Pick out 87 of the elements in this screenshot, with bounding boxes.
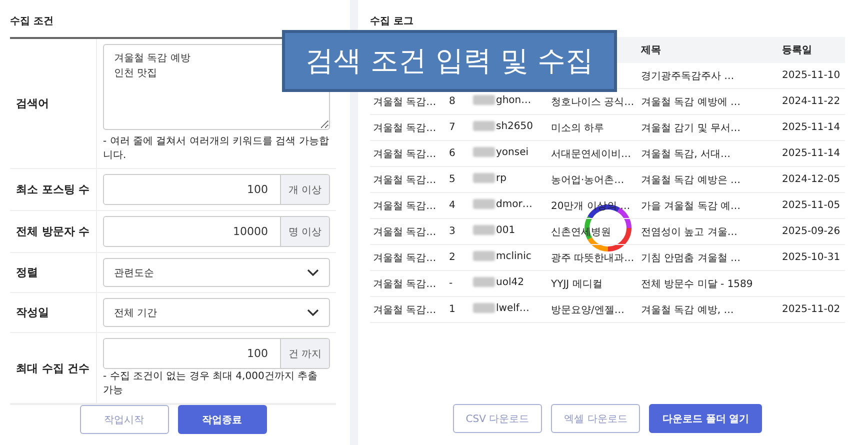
table-cell: 2025-11-02 [782,304,840,315]
blurred-block [473,121,495,132]
table-cell: - [449,278,453,289]
table-cell: 2025-09-26 [782,226,840,237]
action-button[interactable]: 다운로드 폴더 열기 [649,404,762,433]
number-field[interactable]: 100 개 이상 [103,174,330,205]
blurred-block [473,277,495,288]
table-cell: 겨울철 독감… [373,304,436,316]
table-cell: 겨울철 독감… [373,226,436,238]
table-cell: 3 [449,226,456,237]
table-cell: ghon… [496,94,532,106]
blurred-block [473,173,495,184]
table-cell: 겨울철 독감, 서대… [641,148,731,160]
table-cell: 1 [449,304,456,315]
blurred-block [473,95,495,106]
field-label: 최대 수집 건수 [10,333,97,403]
unit-addon: 명 이상 [280,217,329,246]
number-field[interactable]: 10000 명 이상 [103,216,330,247]
table-cell: 6 [449,148,456,159]
table-cell: 겨울철 독감… [373,148,436,160]
table-cell: 전체 방문수 미달 - 1589 [641,278,753,290]
table-cell: 2025-11-05 [782,200,840,211]
field-label: 검색어 [10,39,97,168]
table-cell: 겨울철 독감… [373,252,436,264]
table-cell: 2024-11-22 [782,96,840,107]
table-cell: 겨울철 독감 예방에 … [641,96,741,108]
panel-title: 수집 조건 [10,15,54,29]
table-cell: 겨울철 독감… [373,200,436,212]
action-button[interactable]: 작업종료 [178,405,266,434]
table-cell: 7 [449,122,456,133]
table-cell: 2025-11-14 [782,148,840,159]
select-dropdown[interactable]: 관련도순 [103,258,330,287]
chevron-down-icon [307,308,319,316]
table-cell: 전염성이 높고 겨울… [641,226,738,238]
table-cell: 서대문연세이비… [551,148,631,160]
table-cell: YYJJ 메디컬 [551,278,602,290]
field-label: 작성일 [10,293,97,332]
field-label: 최소 포스팅 수 [10,169,97,210]
table-cell: 청호나이스 공식… [551,96,634,108]
table-cell: 4 [449,200,456,211]
help-text: - 여러 줄에 걸쳐서 여러개의 키워드를 검색 가능합니다. [103,135,330,163]
table-cell: rp [496,172,506,184]
chevron-down-icon [307,268,319,276]
table-cell: 2025-11-10 [782,70,840,81]
table-cell: sh2650 [496,120,533,132]
table-cell: 겨울철 독감 예방, … [641,304,734,316]
blurred-block [473,251,495,262]
table-cell: 2025-10-31 [782,252,840,263]
table-cell: 미소의 하루 [551,122,604,134]
column-header: 제목 [641,45,661,56]
table-cell: 001 [496,224,516,236]
column-header: 등록일 [782,45,812,56]
table-cell: dmor… [496,198,532,210]
blurred-block [473,225,495,236]
table-cell: 농어업·농어촌… [551,174,624,186]
table-cell: 겨울철 독감… [373,278,436,290]
table-cell: 가을 겨울철 독감 예… [641,200,741,212]
panel-title: 수집 로그 [370,15,414,29]
table-cell: yonsei [496,146,529,158]
caption-toast: 검색 조건 입력 및 수집 [282,30,617,92]
table-cell: 겨울철 감기 및 무서… [641,122,741,134]
table-cell: lwelf… [496,302,530,314]
table-cell: 8 [449,96,456,107]
select-dropdown[interactable]: 전체 기간 [103,298,330,327]
table-cell: 2024-12-05 [782,174,840,185]
table-cell: 기침 안멈춤 겨울철 … [641,252,741,264]
table-cell: 겨울철 독감… [373,96,436,108]
table-cell: 2 [449,252,456,263]
blurred-block [473,303,495,314]
table-cell: 겨울철 독감 예방은 … [641,174,741,186]
table-cell: mclinic [496,250,532,262]
table-cell: 5 [449,174,456,185]
field-label: 정렬 [10,253,97,292]
unit-addon: 건 까지 [280,339,329,368]
table-cell: uol42 [496,276,524,288]
unit-addon: 개 이상 [280,175,329,204]
table-cell: 방문요양/엔젤… [551,304,624,316]
table-cell: 2025-11-14 [782,122,840,133]
table-cell: 겨울철 독감… [373,174,436,186]
blurred-block [473,199,495,210]
table-cell: 경기광주독감주사 … [641,70,734,82]
field-label: 전체 방문자 수 [10,211,97,252]
number-field[interactable]: 100 건 까지 [103,338,330,369]
help-text: - 수집 조건이 없는 경우 최대 4,000건까지 추출 가능 [103,370,318,398]
blurred-block [473,147,495,158]
table-cell: 겨울철 독감… [373,122,436,134]
table-cell: 광주 따뜻한내과… [551,252,634,264]
